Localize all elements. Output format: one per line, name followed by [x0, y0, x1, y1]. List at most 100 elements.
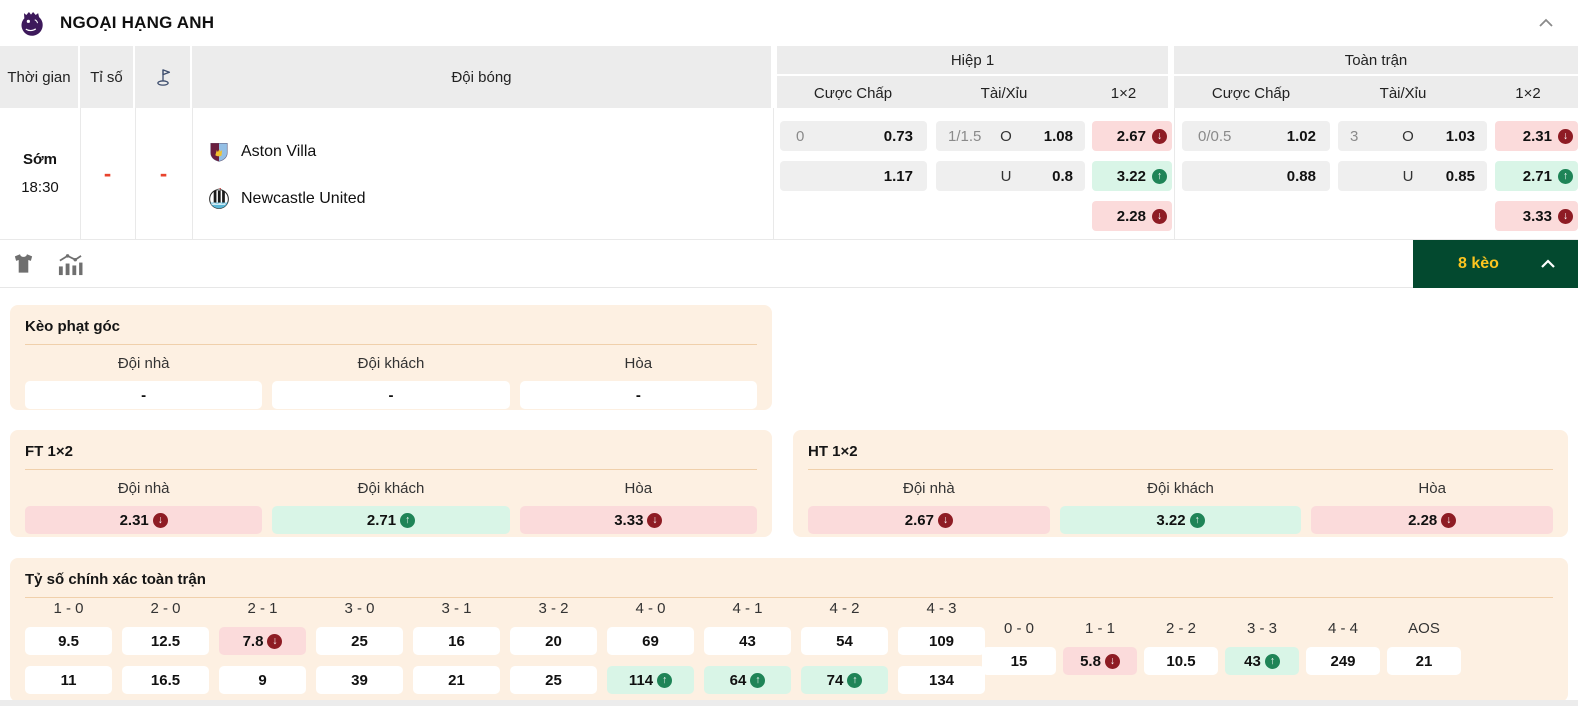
ft-1x2-away-odds[interactable]: 2.71 [1495, 161, 1578, 191]
score-odds-box[interactable]: 5.8 [1063, 647, 1137, 675]
column-label: 4 - 1 [732, 600, 763, 617]
score-odds-box[interactable]: 43 [1225, 647, 1299, 675]
odds-value: 54 [836, 632, 853, 650]
column-label: Hòa [1418, 480, 1446, 497]
score-column: 2 - 1 7.8 9 [219, 600, 306, 705]
odds-value-box[interactable]: 3.22 [1059, 506, 1302, 534]
odds-value: 15 [1010, 652, 1028, 670]
jersey-icon[interactable] [12, 252, 35, 275]
h1-handicap-away-odds[interactable]: 1.17 [780, 161, 927, 191]
odds-value: 10.5 [1166, 652, 1196, 670]
ft-under-odds[interactable]: U 0.85 [1338, 161, 1487, 191]
odds-value-box[interactable]: - [519, 381, 757, 409]
ft-1x2-columns: Đội nhà 2.31 Đội khách 2.71 Hòa 3.33 [25, 470, 757, 534]
score-odds-box[interactable]: 114 [607, 666, 694, 694]
odds-value-box[interactable]: 2.67 [808, 506, 1050, 534]
score-column: 1 - 1 5.8 [1063, 620, 1137, 686]
odds-value: 2.67 [904, 511, 934, 529]
score-odds-box[interactable]: 10.5 [1144, 647, 1218, 675]
score-odds-box[interactable]: 25 [510, 666, 597, 694]
odds-value: 1.03 [1445, 127, 1475, 145]
score-odds-box[interactable]: 74 [801, 666, 888, 694]
header-divider [771, 46, 777, 108]
score-odds-box[interactable]: 20 [510, 627, 597, 655]
score-odds-box[interactable]: 25 [316, 627, 403, 655]
panel-column: Đội khách 3.22 [1059, 470, 1302, 534]
score-odds-box[interactable]: 43 [704, 627, 791, 655]
home-team[interactable]: Aston Villa [208, 140, 316, 164]
trend-up-icon [400, 512, 416, 528]
subheader-h1-handicap: Cược Chấp [813, 84, 893, 102]
stats-chart-icon[interactable] [56, 252, 83, 277]
column-label: 2 - 0 [150, 600, 181, 617]
odds-value: 11 [60, 671, 77, 689]
score-odds-box[interactable]: 15 [982, 647, 1056, 675]
odds-value: 25 [545, 671, 562, 689]
odds-value: 69 [642, 632, 659, 650]
under-label: U [1000, 167, 1012, 185]
odds-value: - [141, 386, 147, 404]
score-odds-box[interactable]: 39 [316, 666, 403, 694]
away-team[interactable]: Newcastle United [208, 187, 366, 211]
h1-handicap-home-odds[interactable]: 0 0.73 [780, 121, 927, 151]
score-odds-box[interactable]: 16 [413, 627, 500, 655]
odds-value-box[interactable]: 2.28 [1311, 506, 1554, 534]
correct-score-grid: 1 - 09.5112 - 012.516.52 - 17.893 - 0253… [25, 600, 985, 705]
odds-value: 39 [351, 671, 368, 689]
column-label: Hòa [624, 480, 653, 497]
score-column: 2 - 2 10.5 [1144, 620, 1218, 686]
trend-up-icon [750, 672, 766, 688]
h1-over-odds[interactable]: 1/1.5 O 1.08 [936, 121, 1085, 151]
panel-column: Đội khách - [272, 345, 510, 409]
collapse-section-icon[interactable] [1536, 14, 1556, 32]
odds-value-box[interactable]: 2.71 [272, 506, 510, 534]
odds-value: 2.28 [1408, 511, 1438, 529]
score-odds-box[interactable]: 21 [413, 666, 500, 694]
panel-title: FT 1×2 [25, 443, 73, 460]
h1-1x2-away-odds[interactable]: 3.22 [1092, 161, 1172, 191]
odds-value: 3.22 [1156, 511, 1186, 529]
trend-up-icon [657, 672, 673, 688]
odds-value-box[interactable]: - [25, 381, 263, 409]
odds-value: 43 [1244, 652, 1261, 670]
match-kickoff-time: 18:30 [21, 179, 59, 196]
column-label: 0 - 0 [1003, 620, 1034, 637]
odds-value-box[interactable]: 3.33 [519, 506, 757, 534]
score-odds-box[interactable]: 69 [607, 627, 694, 655]
odds-value: 9.5 [58, 632, 79, 650]
score-odds-box[interactable]: 109 [898, 627, 985, 655]
score-odds-box[interactable]: 9.5 [25, 627, 112, 655]
h1-1x2-home-odds[interactable]: 2.67 [1092, 121, 1172, 151]
ft-1x2-draw-odds[interactable]: 3.33 [1495, 201, 1578, 231]
score-odds-box[interactable]: 21 [1387, 647, 1461, 675]
bets-count-badge[interactable]: 8 kèo [1413, 240, 1578, 288]
score-odds-box[interactable]: 54 [801, 627, 888, 655]
panel-column: Đội nhà 2.31 [25, 470, 263, 534]
score-odds-box[interactable]: 9 [219, 666, 306, 694]
odds-value-box[interactable]: - [272, 381, 510, 409]
ft-1x2-home-odds[interactable]: 2.31 [1495, 121, 1578, 151]
column-label: 3 - 1 [441, 600, 472, 617]
ft-over-odds[interactable]: 3 O 1.03 [1338, 121, 1487, 151]
column-label: Đội khách [1147, 480, 1214, 497]
trend-up-icon [1189, 512, 1205, 528]
odds-value: 0.8 [1052, 167, 1073, 185]
score-odds-box[interactable]: 134 [898, 666, 985, 694]
ft-handicap-away-odds[interactable]: 0.88 [1182, 161, 1330, 191]
panel-title: Tỷ số chính xác toàn trận [25, 571, 206, 588]
column-label: Hòa [624, 355, 653, 372]
score-odds-box[interactable]: 249 [1306, 647, 1380, 675]
odds-value: 3.33 [614, 511, 644, 529]
h1-under-odds[interactable]: U 0.8 [936, 161, 1085, 191]
score-odds-box[interactable]: 7.8 [219, 627, 306, 655]
ht-1x2-panel: HT 1×2 Đội nhà 2.67 Đội khách 3.22 Hòa 2.28 [793, 430, 1568, 537]
score-column: AOS 21 [1387, 620, 1461, 686]
ft-handicap-home-odds[interactable]: 0/0.5 1.02 [1182, 121, 1330, 151]
h1-1x2-draw-odds[interactable]: 2.28 [1092, 201, 1172, 231]
odds-value-box[interactable]: 2.31 [25, 506, 263, 534]
score-odds-box[interactable]: 64 [704, 666, 791, 694]
score-odds-box[interactable]: 12.5 [122, 627, 209, 655]
score-odds-box[interactable]: 16.5 [122, 666, 209, 694]
match-row: Sớm 18:30 - - Aston Villa Newcastle Unit… [0, 108, 1578, 240]
score-odds-box[interactable]: 11 [25, 666, 112, 694]
